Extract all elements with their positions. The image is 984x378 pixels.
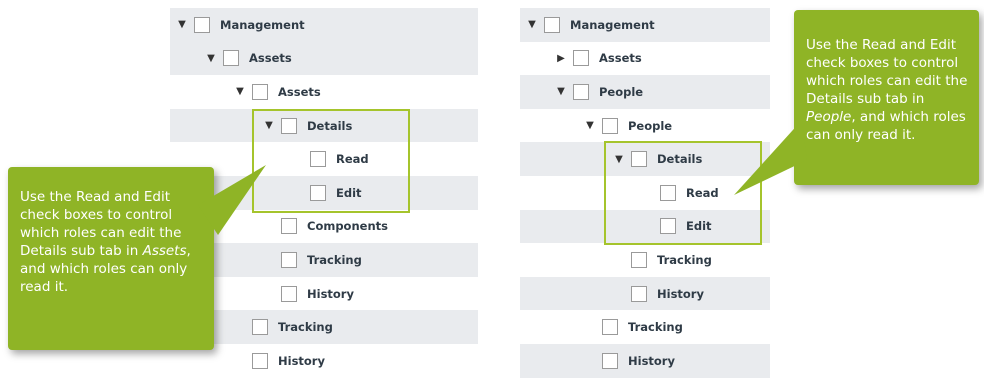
permission-checkbox[interactable]	[281, 218, 297, 235]
tree-row-label: Tracking	[657, 252, 712, 267]
permission-checkbox[interactable]	[194, 16, 210, 33]
permission-checkbox[interactable]	[310, 151, 326, 168]
tree-row-label: Tracking	[307, 252, 362, 267]
collapse-arrow-icon[interactable]: ▼	[555, 86, 567, 97]
tree-row-label: History	[657, 286, 704, 301]
tree-row-label: Assets	[249, 51, 292, 66]
tree-row-label: Management	[220, 17, 305, 32]
right-callout-tail	[734, 120, 807, 195]
permission-checkbox[interactable]	[281, 251, 297, 268]
permission-checkbox[interactable]	[602, 319, 618, 336]
permission-checkbox[interactable]	[660, 218, 676, 235]
permission-checkbox[interactable]	[602, 352, 618, 369]
tree-row-label: Management	[570, 17, 655, 32]
tree-row: ▼ People	[520, 75, 770, 109]
permission-checkbox[interactable]	[631, 151, 647, 168]
tree-row: History	[520, 276, 770, 311]
tree-row: History	[170, 343, 478, 378]
tree-row: Tracking	[170, 310, 478, 344]
tree-row-label: Read	[336, 152, 369, 167]
tree-row: Tracking	[170, 243, 478, 277]
tree-row: Tracking	[520, 310, 770, 344]
collapse-arrow-icon[interactable]: ▼	[176, 19, 188, 30]
left-callout: Use the Read and Edit check boxes to con…	[8, 165, 266, 350]
tree-row: ▼ Management	[520, 8, 770, 42]
tree-row-label: Assets	[278, 84, 321, 99]
tree-row-label: Tracking	[628, 320, 683, 335]
permission-checkbox[interactable]	[602, 117, 618, 134]
tree-row: Edit	[520, 209, 770, 244]
expand-arrow-icon[interactable]: ▶	[555, 53, 567, 64]
collapse-arrow-icon[interactable]: ▼	[263, 120, 275, 131]
collapse-arrow-icon[interactable]: ▼	[205, 53, 217, 64]
tree-row: ▼ Assets	[170, 41, 478, 76]
tree-row: Tracking	[520, 243, 770, 277]
permission-checkbox[interactable]	[223, 50, 239, 67]
permission-checkbox[interactable]	[252, 319, 268, 336]
tree-row-label: Components	[307, 219, 388, 234]
right-callout-text-main: Use the Read and Edit check boxes to con…	[806, 37, 968, 107]
collapse-arrow-icon[interactable]: ▼	[526, 19, 538, 30]
permission-checkbox[interactable]	[631, 251, 647, 268]
tree-row: ▼ Details	[170, 108, 478, 143]
collapse-arrow-icon[interactable]: ▼	[613, 154, 625, 165]
tree-row-label: Edit	[686, 219, 712, 234]
tree-row-label: History	[307, 286, 354, 301]
permission-checkbox[interactable]	[631, 285, 647, 302]
tree-row: History	[170, 276, 478, 311]
tree-row: History	[520, 343, 770, 378]
tree-row-label: Read	[686, 185, 719, 200]
permission-checkbox[interactable]	[544, 16, 560, 33]
permission-checkbox[interactable]	[252, 352, 268, 369]
tree-row-label: Edit	[336, 185, 362, 200]
left-callout-text: Use the Read and Edit check boxes to con…	[20, 188, 204, 296]
collapse-arrow-icon[interactable]: ▼	[584, 120, 596, 131]
permission-checkbox[interactable]	[310, 184, 326, 201]
permission-checkbox[interactable]	[660, 184, 676, 201]
tree-row-label: History	[628, 353, 675, 368]
permission-checkbox[interactable]	[573, 50, 589, 67]
collapse-arrow-icon[interactable]: ▼	[234, 86, 246, 97]
tree-row-label: People	[599, 84, 644, 99]
left-callout-text-emphasis: Assets	[142, 243, 187, 259]
right-callout-text-emphasis: People	[806, 109, 852, 125]
tree-row-label: Details	[657, 152, 703, 167]
permission-checkbox[interactable]	[252, 83, 268, 100]
permission-checkbox[interactable]	[281, 285, 297, 302]
tree-row: ▼ Assets	[170, 75, 478, 109]
tree-row-label: People	[628, 118, 673, 133]
right-callout-text: Use the Read and Edit check boxes to con…	[806, 36, 971, 144]
permission-checkbox[interactable]	[281, 117, 297, 134]
tree-row: ▼ Management	[170, 8, 478, 42]
tree-row-label: Details	[307, 118, 353, 133]
tree-row-label: Assets	[599, 51, 642, 66]
tree-row: ▶ Assets	[520, 41, 770, 76]
right-callout: Use the Read and Edit check boxes to con…	[734, 10, 979, 195]
permission-checkbox[interactable]	[573, 83, 589, 100]
tree-row-label: Tracking	[278, 320, 333, 335]
tree-row-label: History	[278, 353, 325, 368]
